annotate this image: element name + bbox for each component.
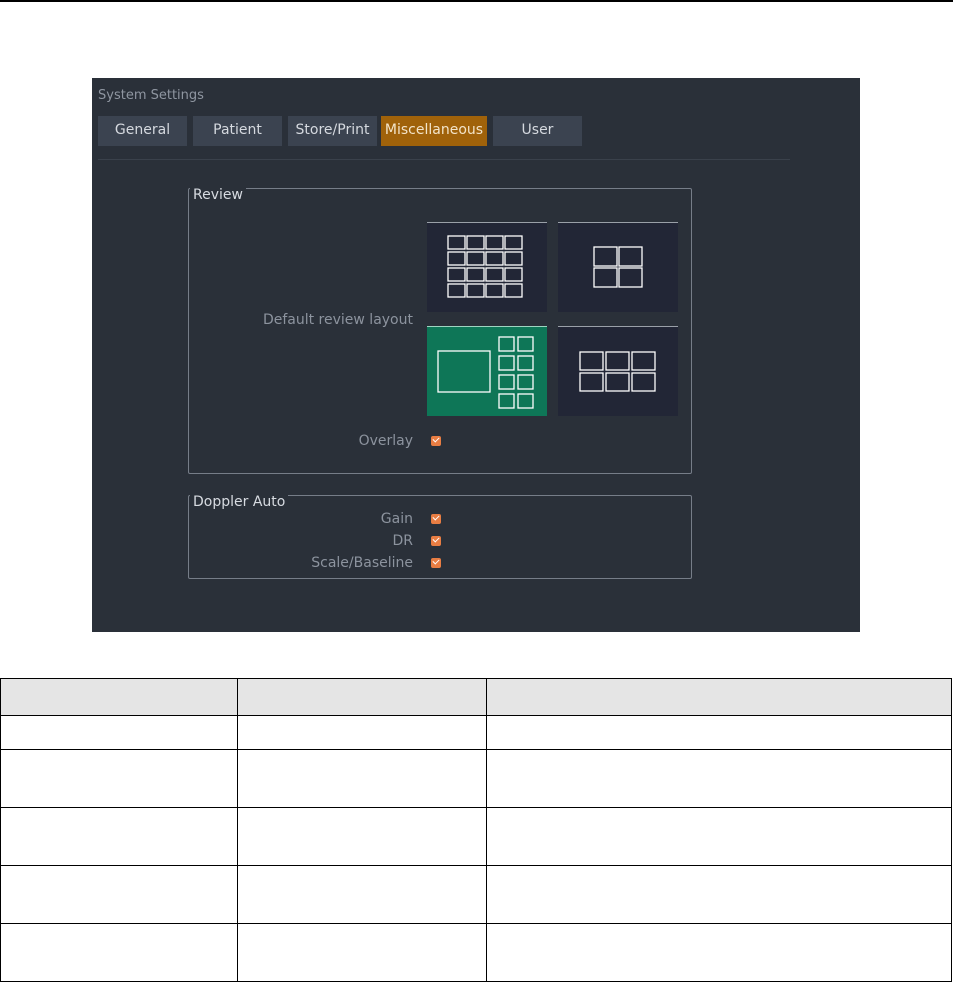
review-group: Review Default review layout Overlay [188,187,692,474]
table-cell [237,749,487,808]
scale-baseline-checkbox[interactable] [431,558,441,568]
table-cell [486,715,952,750]
table-cell [486,865,952,924]
dr-label: DR [392,533,413,549]
review-legend: Review [190,187,246,203]
table-cell [237,923,487,982]
tab-divider [98,159,790,160]
overlay-label: Overlay [358,433,413,449]
table-cell [0,715,238,750]
table-header-cell [486,678,952,716]
reference-table [0,678,952,982]
table-row [0,807,952,866]
overlay-checkbox[interactable] [431,436,441,446]
system-settings-screen: System Settings General Patient Store/Pr… [92,78,860,632]
table-row [0,749,952,808]
table-header-row [0,678,952,716]
scale-baseline-label: Scale/Baseline [311,555,413,571]
table-cell [237,865,487,924]
table-cell [237,715,487,750]
table-header-cell [0,678,238,716]
layout-option-2x2[interactable] [558,222,678,312]
tab-user[interactable]: User [493,116,582,146]
layout-2x2-icon [593,246,643,288]
table-row [0,865,952,924]
table-cell [486,749,952,808]
tab-general[interactable]: General [98,116,187,146]
window-title: System Settings [98,88,204,103]
tab-miscellaneous[interactable]: Miscellaneous [381,116,487,146]
layout-4x4-icon [447,235,523,298]
default-review-layout-label: Default review layout [262,312,413,328]
table-row [0,923,952,982]
table-cell [0,749,238,808]
table-cell [486,923,952,982]
tab-store-print[interactable]: Store/Print [288,116,377,146]
dr-checkbox[interactable] [431,536,441,546]
layout-1-plus-8-icon [437,336,534,409]
layout-option-4x4[interactable] [427,222,547,312]
table-header-cell [237,678,487,716]
gain-label: Gain [380,511,413,527]
doppler-auto-legend: Doppler Auto [190,494,289,510]
table-row [0,715,952,750]
table-cell [0,807,238,866]
table-cell [0,923,238,982]
gain-checkbox[interactable] [431,514,441,524]
table-cell [237,807,487,866]
top-rule [0,0,953,2]
tab-patient[interactable]: Patient [193,116,282,146]
table-cell [0,865,238,924]
layout-option-1-plus-8[interactable] [427,326,547,416]
layout-option-3x2[interactable] [558,326,678,416]
layout-3x2-icon [579,351,656,392]
doppler-auto-group: Doppler Auto Gain DR Scale/Baseline [188,494,692,579]
table-cell [486,807,952,866]
